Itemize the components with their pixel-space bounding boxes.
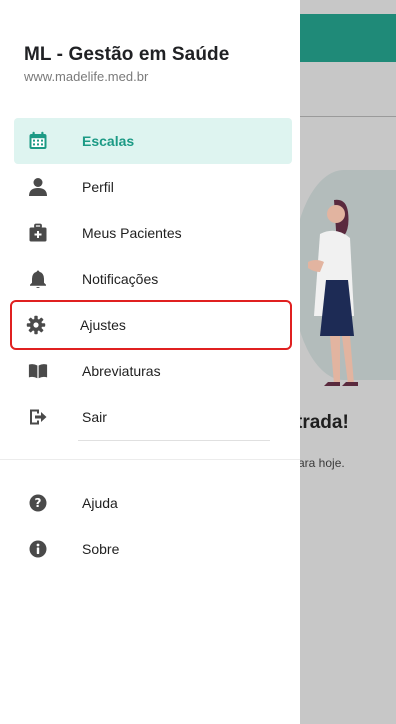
gear-icon [26, 315, 46, 335]
bell-icon [28, 269, 48, 289]
menu-item-label: Perfil [82, 179, 114, 195]
menu-item-label: Escalas [82, 133, 135, 149]
menu-item-perfil[interactable]: Perfil [14, 164, 292, 210]
person-icon [28, 177, 48, 197]
info-icon [28, 539, 48, 559]
background-divider [300, 116, 396, 117]
menu-item-sair[interactable]: Sair [14, 394, 292, 440]
app-title: ML - Gestão em Saúde [24, 44, 230, 65]
calendar-icon [28, 131, 48, 151]
background-subtitle: ara hoje. [298, 456, 345, 470]
menu-item-ajuda[interactable]: ? Ajuda [14, 480, 292, 526]
drawer-header: ML - Gestão em Saúde www.madelife.med.br [0, 0, 300, 102]
navigation-drawer: ML - Gestão em Saúde www.madelife.med.br [0, 0, 300, 724]
menu-item-notificacoes[interactable]: Notificações [14, 256, 292, 302]
menu-item-sobre[interactable]: Sobre [14, 526, 292, 572]
menu-item-label: Ajuda [82, 495, 118, 511]
help-icon: ? [28, 493, 48, 513]
menu-item-label: Sair [82, 409, 107, 425]
doctor-illustration [308, 199, 358, 386]
app-url: www.madelife.med.br [24, 69, 149, 84]
background-title: trada! [296, 412, 349, 433]
logout-icon [28, 407, 48, 427]
menu-item-label: Meus Pacientes [82, 225, 182, 241]
secondary-menu: ? Ajuda Sobre [0, 480, 300, 572]
medical-kit-icon [28, 223, 48, 243]
menu-item-label: Abreviaturas [82, 363, 161, 379]
book-icon [28, 361, 48, 381]
main-menu: Escalas Perfil Meus Pacientes Notificaçõ… [0, 118, 300, 440]
menu-item-label: Ajustes [80, 317, 126, 333]
menu-item-abreviaturas[interactable]: Abreviaturas [14, 348, 292, 394]
menu-item-ajustes[interactable]: Ajustes [10, 300, 292, 350]
menu-divider [78, 440, 270, 441]
menu-item-escalas[interactable]: Escalas [14, 118, 292, 164]
menu-item-label: Sobre [82, 541, 120, 557]
menu-item-label: Notificações [82, 271, 159, 287]
menu-item-meus-pacientes[interactable]: Meus Pacientes [14, 210, 292, 256]
svg-text:?: ? [35, 496, 42, 510]
section-divider [0, 459, 300, 460]
